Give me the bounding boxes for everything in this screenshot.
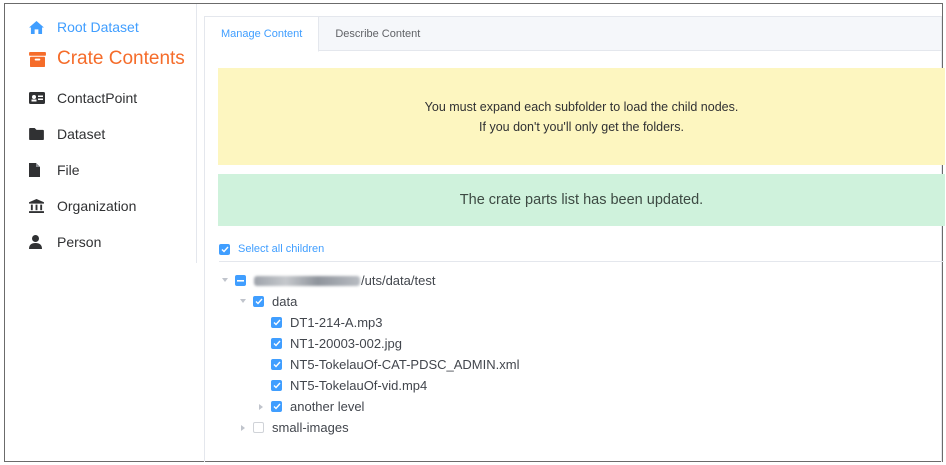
tree-node-label: data: [272, 294, 298, 309]
tab-bar: Manage Content Describe Content: [205, 17, 941, 52]
tree-node-data[interactable]: data: [219, 291, 519, 312]
caret-down-icon[interactable]: [237, 299, 249, 304]
user-icon: [29, 235, 49, 249]
tree-node-label: small-images: [272, 420, 349, 435]
tree-node-label: /uts/data/test: [361, 273, 436, 288]
warning-line-1: You must expand each subfolder to load t…: [424, 99, 739, 114]
file-icon: [29, 163, 49, 177]
data-checkbox[interactable]: [253, 296, 264, 307]
file-checkbox[interactable]: [271, 380, 282, 391]
tree-node-file[interactable]: DT1-214-A.mp3: [219, 312, 519, 333]
folder-icon: [29, 128, 49, 140]
warning-line-2: If you don't you'll only get the folders…: [479, 119, 684, 134]
file-checkbox[interactable]: [271, 317, 282, 328]
sidebar-item-organization[interactable]: Organization: [5, 188, 196, 224]
tree-node-label: NT5-TokelauOf-vid.mp4: [290, 378, 428, 393]
tree-node-label: another level: [290, 399, 365, 414]
sidebar: Root Dataset Crate Contents ContactPoint…: [5, 4, 197, 263]
archive-box-icon: [29, 51, 49, 67]
success-message: The crate parts list has been updated.: [459, 192, 704, 208]
sidebar-item-contactpoint[interactable]: ContactPoint: [5, 80, 196, 116]
home-icon: [29, 20, 49, 34]
main-panel: Manage Content Describe Content You must…: [204, 16, 945, 462]
institution-icon: [29, 199, 49, 213]
tab-manage-content[interactable]: Manage Content: [205, 17, 320, 52]
success-alert: The crate parts list has been updated.: [218, 174, 945, 226]
tree-node-label: NT1-20003-002.jpg: [290, 336, 403, 351]
sidebar-item-file[interactable]: File: [5, 152, 196, 188]
sidebar-item-dataset[interactable]: Dataset: [5, 116, 196, 152]
select-all-label[interactable]: Select all children: [238, 243, 324, 255]
tree-node-file[interactable]: NT5-TokelauOf-vid.mp4: [219, 375, 519, 396]
caret-right-icon[interactable]: [255, 403, 267, 410]
app-frame: Root Dataset Crate Contents ContactPoint…: [4, 3, 945, 462]
tree-node-small-images[interactable]: small-images: [219, 417, 519, 438]
another-level-checkbox[interactable]: [271, 401, 282, 412]
select-all-checkbox[interactable]: [219, 243, 230, 255]
sidebar-item-label: Crate Contents: [57, 48, 185, 69]
sidebar-item-label: Person: [57, 234, 102, 250]
sidebar-item-label: Organization: [57, 198, 137, 214]
tree-node-label: DT1-214-A.mp3: [290, 315, 383, 330]
sidebar-item-person[interactable]: Person: [5, 224, 196, 260]
sidebar-item-label: Dataset: [57, 126, 106, 142]
redacted-path: [254, 275, 360, 286]
warning-alert: You must expand each subfolder to load t…: [218, 68, 945, 165]
file-checkbox[interactable]: [271, 359, 282, 370]
id-card-icon: [29, 92, 49, 104]
tree-node-root[interactable]: /uts/data/test: [219, 270, 519, 291]
file-checkbox[interactable]: [271, 338, 282, 349]
tree-node-another-level[interactable]: another level: [219, 396, 519, 417]
caret-right-icon[interactable]: [237, 424, 249, 431]
tree-node-file[interactable]: NT5-TokelauOf-CAT-PDSC_ADMIN.xml: [219, 354, 519, 375]
select-all-row[interactable]: Select all children: [219, 237, 944, 262]
sidebar-item-label: File: [57, 162, 80, 178]
tree-node-label: NT5-TokelauOf-CAT-PDSC_ADMIN.xml: [290, 357, 520, 372]
root-checkbox[interactable]: [235, 275, 246, 286]
file-tree: /uts/data/test data DT1-214-A.mp3 NT1-20…: [219, 270, 519, 438]
caret-down-icon[interactable]: [219, 278, 231, 283]
tab-describe-content[interactable]: Describe Content: [319, 17, 436, 51]
sidebar-item-crate-contents[interactable]: Crate Contents: [5, 42, 196, 76]
sidebar-item-label: Root Dataset: [57, 19, 139, 35]
tree-node-file[interactable]: NT1-20003-002.jpg: [219, 333, 519, 354]
sidebar-item-label: ContactPoint: [57, 90, 138, 106]
small-images-checkbox[interactable]: [253, 422, 264, 433]
sidebar-item-root-dataset[interactable]: Root Dataset: [5, 12, 196, 42]
